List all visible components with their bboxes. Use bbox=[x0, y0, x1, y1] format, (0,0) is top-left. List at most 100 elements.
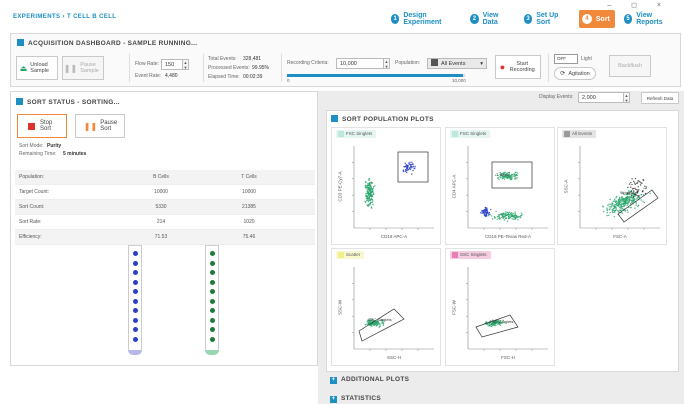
event-dot bbox=[513, 218, 515, 221]
event-dot bbox=[635, 204, 637, 206]
event-dot bbox=[403, 166, 406, 168]
statistics-section[interactable]: + STATISTICS bbox=[326, 393, 679, 404]
row-label: Sort Rate: bbox=[19, 219, 42, 225]
scatter-plot[interactable]: FSC Singlets CD19 PE-Texas Red-A CD4 APC-A… bbox=[445, 127, 555, 245]
plot-population-tab[interactable]: FSC Singlets bbox=[336, 130, 377, 138]
stop-sort-button[interactable]: Stop Sort bbox=[17, 114, 67, 138]
agitation-button[interactable]: ⟳ Agitation bbox=[554, 67, 596, 80]
event-dot bbox=[610, 206, 613, 208]
plot-population-tab[interactable]: SSC Singlets bbox=[450, 251, 491, 259]
flow-rate-stepper[interactable]: ▲ ▼ bbox=[183, 59, 189, 70]
event-dot bbox=[505, 217, 507, 220]
nav-view-reports[interactable]: 5 View Reports bbox=[621, 10, 678, 28]
flow-rate-input[interactable]: 150 bbox=[161, 59, 183, 70]
event-dot bbox=[486, 211, 489, 213]
acquisition-title-row: ACQUISITION DASHBOARD - SAMPLE RUNNING..… bbox=[17, 39, 197, 47]
event-dot bbox=[621, 197, 623, 199]
event-dot bbox=[615, 197, 617, 199]
event-dot bbox=[484, 211, 487, 214]
event-dot bbox=[368, 197, 370, 199]
event-dot bbox=[513, 214, 516, 217]
nav-design-experiment[interactable]: 1 Design Experiment bbox=[388, 10, 461, 28]
plot-canvas bbox=[352, 146, 434, 230]
table-cell: 5330 bbox=[155, 204, 167, 210]
event-dot bbox=[510, 178, 512, 180]
collapse-icon[interactable] bbox=[331, 115, 338, 122]
event-dot bbox=[379, 325, 382, 327]
event-dot bbox=[624, 209, 626, 212]
pause-sort-button[interactable]: ❚❚ Pause Sort bbox=[75, 114, 125, 138]
window-controls[interactable]: – ◻ × bbox=[607, 1, 670, 9]
breadcrumb[interactable]: EXPERIMENTS › T CELL B CELL bbox=[13, 14, 116, 20]
backflush-label: Backflush bbox=[618, 63, 642, 69]
scatter-plot[interactable]: All Events FSC-A SSC-A Singlets bbox=[557, 127, 667, 245]
scatter-plot[interactable]: SSC Singlets FSC-H FSC-W FSC Singlets bbox=[445, 248, 555, 366]
event-dot bbox=[405, 171, 408, 174]
event-dot bbox=[629, 197, 631, 199]
event-dot bbox=[626, 199, 629, 201]
x-axis-label: SSC-H bbox=[386, 355, 401, 360]
event-dot bbox=[487, 325, 489, 327]
plot-population-tab[interactable]: FSC Singlets bbox=[450, 130, 491, 138]
scatter-plot[interactable]: Scatter SSC-H SSC-W SSC Singlets bbox=[331, 248, 441, 366]
event-dot bbox=[498, 178, 500, 181]
total-events-value: 328,481 bbox=[243, 56, 262, 62]
nav-sort[interactable]: 4 Sort bbox=[578, 10, 615, 28]
total-events-label: Total Events: bbox=[208, 56, 237, 62]
event-dot bbox=[624, 198, 626, 201]
light-toggle[interactable]: OFF bbox=[554, 54, 578, 64]
recording-criteria-stepper[interactable]: ▲ ▼ bbox=[384, 58, 390, 69]
event-dot bbox=[368, 187, 370, 190]
event-dot bbox=[372, 203, 374, 206]
start-recording-button[interactable]: ● Start Recording bbox=[495, 55, 541, 79]
unload-sample-button[interactable]: ⏏ Unload Sample bbox=[16, 56, 58, 80]
event-dot bbox=[621, 208, 624, 210]
y-axis-label: FSC-W bbox=[451, 300, 457, 315]
collapse-icon[interactable] bbox=[17, 39, 24, 46]
event-dot bbox=[625, 200, 628, 202]
event-dot bbox=[481, 212, 483, 214]
pause-sample-button[interactable]: ❚❚ Pause Sample bbox=[62, 56, 104, 80]
display-events-input[interactable]: 2,000 bbox=[578, 92, 624, 103]
y-axis-label: CD3 PE-Cy7-A bbox=[337, 171, 343, 202]
event-dot bbox=[627, 201, 630, 203]
event-dot bbox=[411, 161, 413, 164]
plot-population-tab[interactable]: Scatter bbox=[336, 251, 365, 259]
droplet bbox=[210, 270, 215, 275]
additional-plots-section[interactable]: + ADDITIONAL PLOTS bbox=[326, 374, 679, 386]
nav-view-data[interactable]: 2 View Data bbox=[467, 10, 515, 28]
divider bbox=[548, 54, 549, 82]
event-dot bbox=[611, 202, 613, 204]
plot-population-tab[interactable]: All Events bbox=[562, 130, 597, 138]
scatter-plot[interactable]: FSC Singlets CD19 APC-A CD3 PE-Cy7-A bbox=[331, 127, 441, 245]
event-dot bbox=[414, 165, 416, 168]
column-header: B Cells bbox=[153, 174, 169, 180]
nav-set-up-sort[interactable]: 3 Set Up Sort bbox=[521, 10, 573, 28]
event-dot bbox=[367, 204, 370, 207]
backflush-button[interactable]: Backflush bbox=[609, 55, 651, 77]
event-dot bbox=[516, 174, 518, 176]
elapsed-time-value: 00:02:39 bbox=[243, 74, 263, 80]
event-dot bbox=[619, 209, 621, 211]
event-dot bbox=[630, 206, 632, 209]
droplet bbox=[133, 251, 138, 256]
event-dot bbox=[636, 182, 638, 185]
collapse-icon[interactable] bbox=[16, 98, 23, 105]
event-dot bbox=[634, 177, 637, 180]
display-events-stepper[interactable]: ▲ ▼ bbox=[624, 92, 630, 103]
recording-criteria-label: Recording Criteria: bbox=[287, 60, 329, 66]
event-rate-value: 4,480 bbox=[165, 73, 178, 79]
event-dot bbox=[634, 207, 636, 209]
processed-events-value: 99.95% bbox=[252, 65, 269, 71]
event-dot bbox=[613, 200, 616, 202]
event-dot bbox=[611, 204, 613, 207]
recording-criteria-input[interactable]: 10,000 bbox=[336, 58, 384, 69]
refresh-data-button[interactable]: Refresh Data bbox=[641, 92, 679, 104]
event-dot bbox=[615, 195, 618, 198]
event-dot bbox=[365, 184, 367, 187]
population-select[interactable]: All Events ▾ bbox=[427, 58, 487, 69]
event-dot bbox=[634, 183, 636, 185]
plot-tab-label: FSC Singlets bbox=[346, 131, 373, 136]
row-label: Target Count: bbox=[19, 189, 50, 195]
divider bbox=[203, 54, 204, 82]
